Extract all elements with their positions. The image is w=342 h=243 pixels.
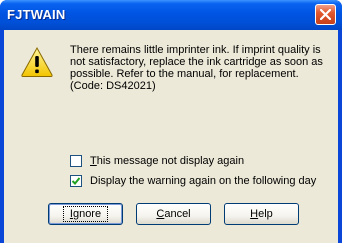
dont-show-again-checkbox[interactable]: [70, 155, 82, 167]
show-next-day-option[interactable]: Display the warning again on the followi…: [70, 175, 316, 187]
dont-show-again-option[interactable]: This message not display again: [70, 155, 244, 167]
show-next-day-label[interactable]: Display the warning again on the followi…: [90, 175, 316, 187]
help-button[interactable]: Help: [224, 203, 299, 225]
ignore-button-label: Ignore: [62, 206, 109, 222]
window-title: FJTWAIN: [7, 7, 66, 22]
dialog-window: FJTWAIN There remains little imprinter i…: [0, 0, 342, 243]
help-button-label: Help: [250, 208, 273, 220]
warning-message: There remains little imprinter ink. If i…: [70, 44, 323, 92]
ignore-button[interactable]: Ignore: [48, 203, 123, 225]
dialog-body: There remains little imprinter ink. If i…: [4, 30, 338, 243]
checkmark-icon: [71, 177, 81, 185]
close-icon: [320, 9, 331, 20]
warning-icon: [21, 46, 53, 77]
dont-show-again-label[interactable]: This message not display again: [90, 155, 244, 167]
show-next-day-checkbox[interactable]: [70, 175, 82, 187]
title-bar[interactable]: FJTWAIN: [0, 0, 342, 30]
cancel-button-label: Cancel: [156, 208, 191, 220]
close-button[interactable]: [315, 4, 336, 25]
cancel-button[interactable]: Cancel: [136, 203, 211, 225]
